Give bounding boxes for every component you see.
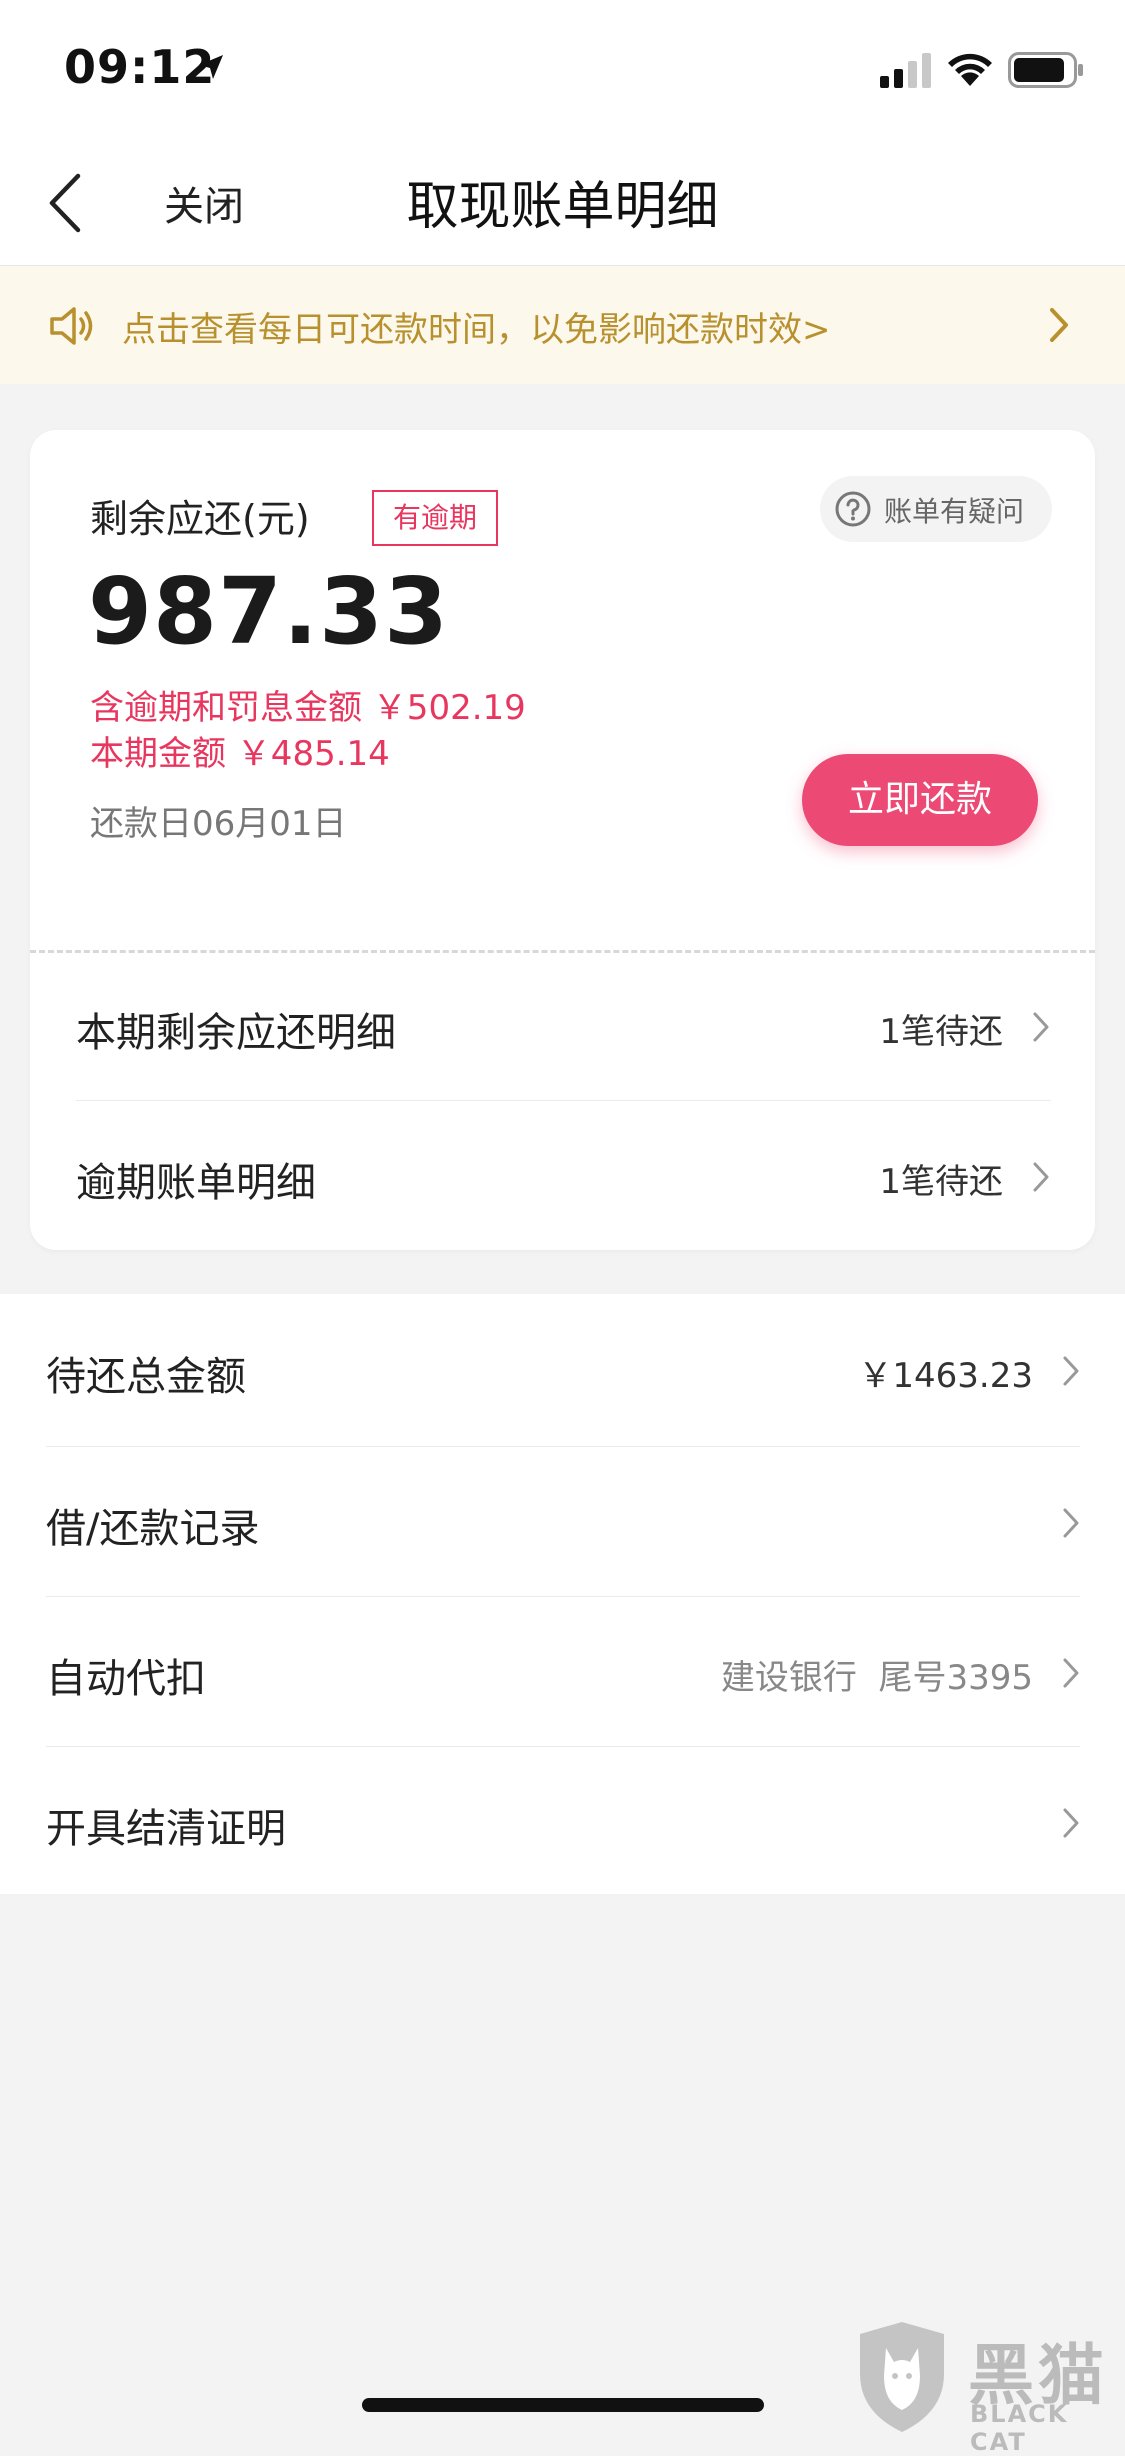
chevron-right-icon [1033, 1162, 1049, 1192]
home-indicator[interactable] [362, 2398, 764, 2412]
bill-query-button[interactable]: 账单有疑问 [820, 476, 1052, 542]
row-label: 自动代扣 [46, 1656, 206, 1702]
question-icon [835, 491, 871, 527]
chevron-right-icon [1063, 1508, 1079, 1538]
current-remaining-detail-row[interactable]: 本期剩余应还明细 1笔待还 [30, 952, 1095, 1102]
row-value: 1笔待还 [879, 1162, 1003, 1202]
status-time: 09:12 [64, 40, 216, 94]
page-title: 取现账单明细 [406, 177, 719, 237]
battery-icon [1008, 52, 1083, 88]
overdue-bill-detail-row[interactable]: 逾期账单明细 1笔待还 [30, 1102, 1095, 1252]
overdue-badge: 有逾期 [372, 490, 498, 546]
row-label: 开具结清证明 [46, 1806, 286, 1852]
settlement-certificate-row[interactable]: 开具结清证明 [0, 1746, 1125, 1896]
current-amount-line: 本期金额 ￥485.14 [90, 734, 390, 774]
chevron-right-icon [1063, 1356, 1079, 1386]
chevron-right-icon [1063, 1808, 1079, 1838]
bill-query-label: 账单有疑问 [884, 495, 1025, 528]
divider [76, 1100, 1051, 1101]
repay-now-button[interactable]: 立即还款 [802, 754, 1038, 846]
borrow-repay-records-row[interactable]: 借/还款记录 [0, 1446, 1125, 1596]
row-value: 1笔待还 [879, 1012, 1003, 1052]
wifi-icon [948, 53, 992, 86]
due-date: 还款日06月01日 [90, 804, 347, 844]
notice-bar[interactable]: 点击查看每日可还款时间，以免影响还款时效> [0, 266, 1125, 384]
watermark: 黑猫 BLACK CAT [852, 2318, 1125, 2456]
notice-text: 点击查看每日可还款时间，以免影响还款时效> [122, 310, 831, 350]
row-label: 逾期账单明细 [76, 1160, 316, 1206]
auto-debit-row[interactable]: 自动代扣 建设银行 尾号3395 [0, 1596, 1125, 1746]
cellular-signal-icon [880, 53, 931, 88]
row-label: 待还总金额 [46, 1354, 246, 1400]
location-arrow-icon [199, 55, 223, 79]
total-pending-amount-row[interactable]: 待还总金额 ￥1463.23 [0, 1294, 1125, 1444]
remaining-amount: 987.33 [88, 558, 450, 665]
bill-summary-card: 剩余应还(元) 有逾期 账单有疑问 987.33 含逾期和罚息金额 ￥502.1… [30, 430, 1095, 1250]
account-options-list: 待还总金额 ￥1463.23 借/还款记录 自动代扣 建设银行 尾号3395 开… [0, 1294, 1125, 1894]
row-value: ￥1463.23 [858, 1356, 1033, 1396]
row-value: 建设银行 尾号3395 [720, 1658, 1033, 1698]
chevron-right-icon [1063, 1658, 1079, 1688]
cat-shield-icon [860, 2322, 944, 2432]
chevron-right-icon [1050, 308, 1068, 342]
watermark-en: BLACK CAT [970, 2400, 1069, 2456]
speaker-icon [50, 307, 93, 345]
row-label: 本期剩余应还明细 [76, 1010, 396, 1056]
chevron-right-icon [1033, 1012, 1049, 1042]
row-label: 借/还款记录 [46, 1506, 260, 1552]
nav-bar: 关闭 取现账单明细 [0, 140, 1125, 266]
overdue-amount-line: 含逾期和罚息金额 ￥502.19 [90, 688, 526, 728]
status-bar: 09:12 [0, 0, 1125, 140]
remaining-due-label: 剩余应还(元) [90, 497, 310, 541]
